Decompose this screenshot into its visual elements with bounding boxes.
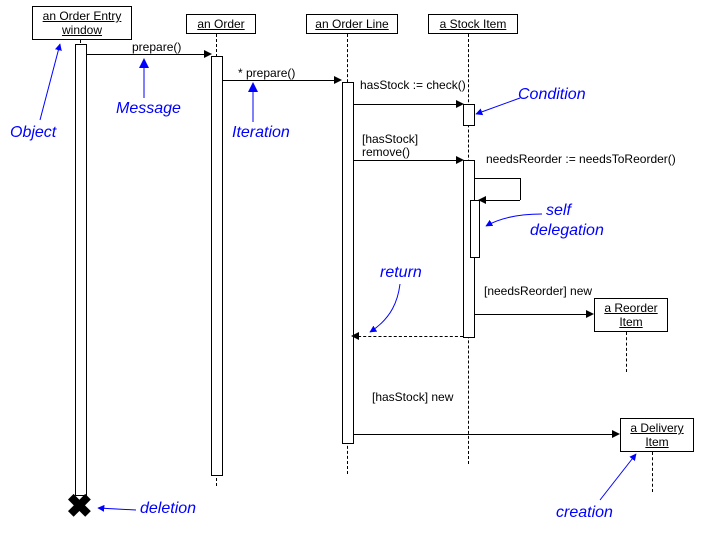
annotation-deletion: deletion bbox=[140, 500, 196, 518]
object-stock-item: a Stock Item bbox=[428, 14, 518, 34]
arrowhead bbox=[456, 156, 464, 164]
object-label: an Order Line bbox=[315, 17, 388, 31]
annotation-condition: Condition bbox=[518, 86, 586, 104]
self-msg-label: needsReorder := needsToReorder() bbox=[486, 152, 676, 166]
object-delivery-item: a Delivery Item bbox=[620, 418, 694, 452]
blue-arrowhead-message bbox=[139, 58, 149, 68]
object-label: a Stock Item bbox=[440, 17, 507, 31]
message-remove-label: remove() bbox=[362, 145, 410, 159]
object-label: a Delivery Item bbox=[630, 421, 683, 449]
object-order: an Order bbox=[186, 14, 256, 34]
message-prepare2-label: * prepare() bbox=[238, 66, 295, 80]
object-label: a Reorder Item bbox=[604, 301, 657, 329]
activation-order bbox=[211, 56, 223, 476]
lifeline-delivery-item bbox=[652, 452, 653, 492]
self-msg-bottom bbox=[480, 200, 520, 201]
object-reorder-item: a Reorder Item bbox=[594, 298, 668, 332]
message-check-line bbox=[353, 104, 461, 105]
annotation-creation: creation bbox=[556, 504, 613, 522]
activation-order-line bbox=[342, 82, 354, 444]
annotation-return: return bbox=[380, 264, 422, 282]
annotation-self-delegation-2: delegation bbox=[530, 222, 604, 240]
object-order-entry-window: an Order Entry window bbox=[32, 6, 132, 40]
annotation-iteration: Iteration bbox=[232, 124, 290, 142]
lifeline-reorder-item bbox=[626, 332, 627, 372]
self-msg-down bbox=[520, 178, 521, 200]
return-line bbox=[353, 336, 463, 337]
arrowhead bbox=[204, 50, 212, 58]
message-prepare-label: prepare() bbox=[132, 40, 181, 54]
annotation-message: Message bbox=[116, 100, 181, 118]
arrowhead bbox=[612, 430, 620, 438]
object-order-line: an Order Line bbox=[306, 14, 398, 34]
deletion-x: ✖ bbox=[66, 490, 93, 522]
arrowhead bbox=[478, 196, 486, 204]
object-label: an Order Entry window bbox=[43, 9, 122, 37]
annotation-self-delegation-1: self bbox=[546, 202, 571, 220]
activation-stock-self bbox=[470, 200, 480, 258]
annotation-arrows bbox=[0, 0, 716, 552]
self-msg-top bbox=[474, 178, 520, 179]
arrowhead bbox=[334, 76, 342, 84]
message-new-delivery-label: [hasStock] new bbox=[372, 390, 453, 404]
message-new-reorder-line bbox=[474, 314, 592, 315]
message-remove-guard: [hasStock] bbox=[362, 132, 418, 146]
message-remove-line bbox=[353, 160, 461, 161]
arrowhead bbox=[456, 100, 464, 108]
message-new-delivery-line bbox=[353, 434, 617, 435]
blue-arrowhead-iteration bbox=[248, 82, 258, 92]
activation-order-entry-window bbox=[75, 44, 87, 496]
message-new-reorder-label: [needsReorder] new bbox=[484, 284, 592, 298]
message-prepare-line bbox=[86, 54, 210, 55]
message-prepare2-line bbox=[222, 80, 340, 81]
activation-stock-check bbox=[463, 104, 475, 126]
annotation-object: Object bbox=[10, 124, 56, 142]
arrowhead bbox=[586, 310, 594, 318]
object-label: an Order bbox=[197, 17, 244, 31]
arrowhead bbox=[351, 332, 359, 340]
message-check-label: hasStock := check() bbox=[360, 78, 466, 92]
